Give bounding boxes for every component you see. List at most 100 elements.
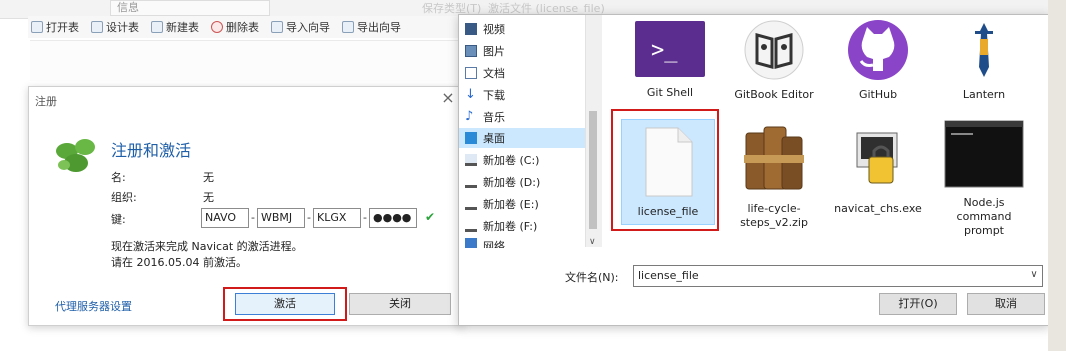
- svg-text:>_: >_: [651, 38, 678, 63]
- name-label: 名:: [111, 171, 126, 184]
- activate-button[interactable]: 激活: [235, 293, 335, 315]
- register-dialog-title: 注册: [35, 95, 57, 108]
- register-heading: 注册和激活: [111, 141, 192, 160]
- new-table-label: 新建表: [166, 21, 199, 34]
- nav-item-drive-e[interactable]: 新加卷 (E:): [465, 194, 585, 214]
- file-item-nodejs-prompt[interactable]: Node.js command prompt: [929, 119, 1039, 238]
- check-icon: ✔: [425, 210, 436, 224]
- delete-table-label: 删除表: [226, 21, 259, 34]
- design-table-icon: [91, 21, 103, 33]
- open-table-icon: [31, 21, 43, 33]
- file-name: GitHub: [858, 88, 898, 101]
- file-item-gitbook-editor[interactable]: GitBook Editor: [721, 19, 827, 102]
- zip-archive-icon: [744, 126, 804, 190]
- new-table-button[interactable]: 新建表: [148, 17, 202, 37]
- downloads-folder-icon: ↓: [465, 87, 476, 102]
- open-table-button[interactable]: 打开表: [28, 17, 82, 37]
- nav-item-label: 新加卷 (E:): [483, 198, 539, 211]
- command-prompt-icon: [944, 120, 1024, 188]
- key-field-4[interactable]: ●●●●: [369, 208, 417, 228]
- nav-item-network[interactable]: 网络: [465, 238, 585, 248]
- music-folder-icon: ♪: [465, 109, 474, 124]
- filename-label: 文件名(N):: [565, 271, 619, 284]
- design-table-button[interactable]: 设计表: [88, 17, 142, 37]
- nav-item-drive-c[interactable]: 新加卷 (C:): [465, 150, 585, 170]
- new-table-icon: [151, 21, 163, 33]
- import-wizard-icon: [271, 21, 283, 33]
- nav-item-drive-d[interactable]: 新加卷 (D:): [465, 172, 585, 192]
- open-button[interactable]: 打开(O): [879, 293, 957, 315]
- org-value: 无: [203, 191, 214, 204]
- gitbook-icon: [744, 20, 804, 80]
- nav-scrollbar-thumb[interactable]: [589, 111, 597, 229]
- key-separator: -: [307, 211, 311, 224]
- nav-item-label: 文档: [483, 67, 505, 80]
- nav-item-label: 桌面: [483, 132, 505, 145]
- close-button[interactable]: 关闭: [349, 293, 451, 315]
- filename-input[interactable]: license_file: [633, 265, 1043, 287]
- delete-table-icon: [211, 21, 223, 33]
- export-wizard-label: 导出向导: [357, 21, 401, 34]
- nav-item-drive-f[interactable]: 新加卷 (F:): [465, 216, 585, 236]
- nav-item-label: 视频: [483, 23, 505, 36]
- navigation-pane: 视频 图片 文档 ↓ 下载 ♪ 音乐 桌面 新加卷 (C:) 新加卷 (D:): [459, 15, 586, 248]
- open-table-label: 打开表: [46, 21, 79, 34]
- nav-item-documents[interactable]: 文档: [465, 63, 585, 83]
- file-dialog-top-strip: 保存类型(T) 激活文件 (license_file): [422, 0, 1048, 15]
- export-wizard-button[interactable]: 导出向导: [339, 17, 404, 37]
- file-item-lantern[interactable]: Lantern: [931, 19, 1037, 102]
- nav-item-video[interactable]: 视频: [465, 19, 585, 39]
- key-separator: -: [363, 211, 367, 224]
- file-name: Git Shell: [646, 86, 694, 99]
- key-field-2[interactable]: WBMJ: [257, 208, 305, 228]
- design-table-label: 设计表: [106, 21, 139, 34]
- navicat-logo-icon: [56, 139, 95, 172]
- documents-folder-icon: [465, 67, 477, 79]
- file-name: GitBook Editor: [734, 88, 814, 101]
- chevron-down-icon[interactable]: ∨: [589, 237, 596, 247]
- cancel-button[interactable]: 取消: [967, 293, 1045, 315]
- nav-item-music[interactable]: ♪ 音乐: [465, 107, 585, 127]
- file-item-life-cycle-zip[interactable]: life-cycle-steps_v2.zip: [721, 119, 827, 230]
- org-label: 组织:: [111, 191, 137, 204]
- file-item-github[interactable]: GitHub: [825, 19, 931, 102]
- key-field-3[interactable]: KLGX: [313, 208, 361, 228]
- video-folder-icon: [465, 23, 477, 35]
- github-octocat-icon: [848, 20, 908, 80]
- nav-item-label: 新加卷 (D:): [483, 176, 541, 189]
- nav-item-pictures[interactable]: 图片: [465, 41, 585, 61]
- key-label: 键:: [111, 213, 126, 226]
- file-name: Lantern: [962, 88, 1006, 101]
- drive-icon: [465, 154, 477, 166]
- import-wizard-label: 导入向导: [286, 21, 330, 34]
- nav-item-desktop[interactable]: 桌面: [459, 128, 585, 148]
- import-wizard-button[interactable]: 导入向导: [268, 17, 333, 37]
- key-field-1[interactable]: NAVO: [201, 208, 249, 228]
- installer-icon: [856, 132, 898, 184]
- navicat-toolbar: 打开表 设计表 新建表 删除表 导入向导 导出向导: [28, 16, 460, 38]
- nav-item-label: 下载: [483, 89, 505, 102]
- file-item-git-shell[interactable]: >_ Git Shell: [617, 19, 723, 100]
- pictures-folder-icon: [465, 45, 477, 57]
- license-file-highlight-box: [611, 109, 719, 231]
- activation-deadline: 请在 2016.05.04 前激活。: [111, 256, 247, 269]
- name-value: 无: [203, 171, 214, 184]
- drive-icon: [465, 176, 477, 188]
- drive-icon: [465, 220, 477, 232]
- close-icon[interactable]: ×: [439, 89, 457, 107]
- delete-table-button[interactable]: 删除表: [208, 17, 262, 37]
- proxy-settings-link[interactable]: 代理服务器设置: [55, 298, 132, 314]
- nav-item-label: 图片: [483, 45, 505, 58]
- nav-item-downloads[interactable]: ↓ 下载: [465, 85, 585, 105]
- activation-note: 现在激活来完成 Navicat 的激活进程。: [111, 240, 303, 253]
- background-object-list: [30, 40, 460, 81]
- lantern-icon: [975, 23, 993, 77]
- file-item-navicat-exe[interactable]: navicat_chs.exe: [825, 119, 931, 216]
- nav-item-label: 网络: [483, 240, 505, 248]
- register-dialog: 注册 × 注册和激活 名: 无 组织: 无 键: NAVO - WBMJ - K…: [28, 86, 464, 326]
- drive-icon: [465, 198, 477, 210]
- key-separator: -: [251, 211, 255, 224]
- file-open-dialog: 视频 图片 文档 ↓ 下载 ♪ 音乐 桌面 新加卷 (C:) 新加卷 (D:): [458, 14, 1050, 326]
- terminal-app-icon: >_: [635, 21, 705, 77]
- chevron-down-icon[interactable]: ∨: [1025, 265, 1043, 287]
